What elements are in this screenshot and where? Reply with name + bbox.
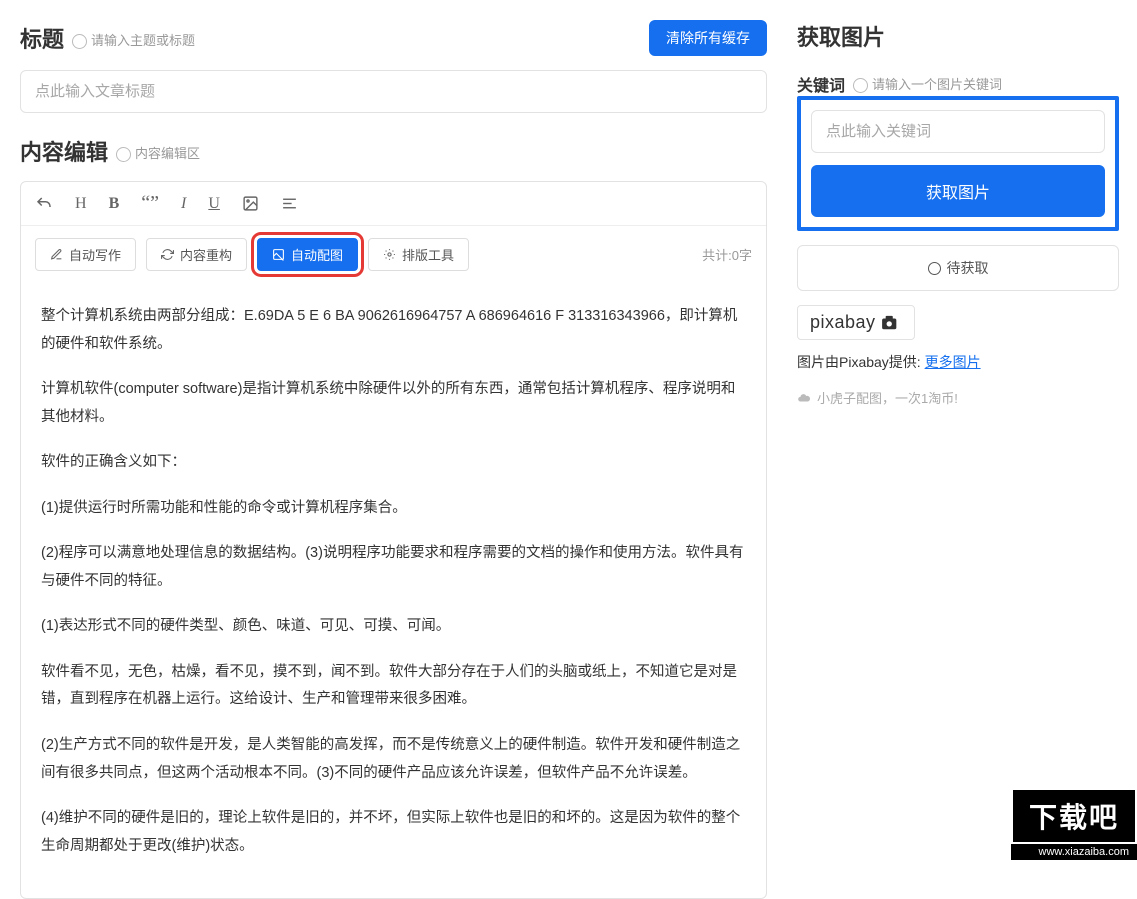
para: (2)生产方式不同的软件是开发，是人类智能的高发挥，而不是传统意义上的硬件制造。… — [41, 732, 746, 787]
para: 计算机软件(computer software)是指计算机系统中除硬件以外的所有… — [41, 376, 746, 431]
auto-write-button[interactable]: 自动写作 — [35, 238, 136, 271]
title-input[interactable] — [20, 70, 767, 113]
auto-image-button[interactable]: 自动配图 — [257, 238, 358, 271]
layout-tool-button[interactable]: 排版工具 — [368, 238, 469, 271]
italic-icon[interactable]: I — [181, 195, 186, 213]
auto-write-label: 自动写作 — [69, 245, 121, 264]
pending-status: 待获取 — [797, 245, 1119, 291]
tip-line: 小虎子配图，一次1淘币! — [797, 388, 1119, 407]
more-images-link[interactable]: 更多图片 — [925, 354, 981, 370]
clear-cache-button[interactable]: 清除所有缓存 — [649, 20, 767, 56]
para: (2)程序可以满意地处理信息的数据结构。(3)说明程序功能要求和程序需要的文档的… — [41, 540, 746, 595]
content-section-header: 内容编辑 内容编辑区 — [20, 135, 767, 167]
action-toolbar: 自动写作 内容重构 自动配图 排版工具 共计:0字 — [21, 226, 766, 283]
keyword-input[interactable] — [811, 110, 1105, 153]
camera-icon — [880, 312, 902, 333]
restructure-button[interactable]: 内容重构 — [146, 238, 247, 271]
word-count: 共计:0字 — [702, 245, 752, 264]
sidebar: 获取图片 关键词 请输入一个图片关键词 获取图片 待获取 pixabay 图片由… — [787, 0, 1137, 860]
image-icon[interactable] — [242, 195, 259, 213]
undo-icon[interactable] — [35, 194, 53, 212]
pixabay-logo: pixabay — [797, 305, 915, 340]
align-left-icon[interactable] — [281, 195, 298, 213]
para: (4)维护不同的硬件是旧的，理论上软件是旧的，并不坏，但实际上软件也是旧的和坏的… — [41, 805, 746, 860]
fetch-title: 获取图片 — [797, 20, 1119, 52]
content-label: 内容编辑 内容编辑区 — [20, 135, 200, 167]
keyword-header: 关键词 请输入一个图片关键词 — [797, 72, 1119, 96]
content-hint: 内容编辑区 — [116, 143, 200, 162]
editor-box: H B “” I U 自动写作 内容重构 — [20, 181, 767, 899]
quote-icon[interactable]: “” — [141, 192, 159, 215]
keyword-label: 关键词 — [797, 72, 845, 96]
circle-icon — [928, 262, 941, 275]
title-hint: 请输入主题或标题 — [72, 30, 195, 49]
keyword-hint: 请输入一个图片关键词 — [853, 74, 1002, 93]
watermark-url: www.xiazaiba.com — [1011, 844, 1137, 860]
para: (1)提供运行时所需功能和性能的命令或计算机程序集合。 — [41, 495, 746, 523]
layout-tool-label: 排版工具 — [402, 245, 454, 264]
fetch-image-button[interactable]: 获取图片 — [811, 165, 1105, 217]
para: 软件看不见，无色，枯燥，看不见，摸不到，闻不到。软件大部分存在于人们的头脑或纸上… — [41, 659, 746, 714]
format-toolbar: H B “” I U — [21, 182, 766, 226]
para: (1)表达形式不同的硬件类型、颜色、味道、可见、可摸、可闻。 — [41, 613, 746, 641]
watermark-text: 下载吧 — [1011, 788, 1137, 844]
title-section-header: 标题 请输入主题或标题 清除所有缓存 — [20, 20, 767, 56]
para: 软件的正确含义如下： — [41, 449, 746, 477]
restructure-label: 内容重构 — [180, 245, 232, 264]
auto-image-label: 自动配图 — [291, 245, 343, 264]
cloud-icon — [797, 391, 811, 405]
tip-text: 小虎子配图，一次1淘币! — [817, 388, 958, 407]
heading-icon[interactable]: H — [75, 195, 87, 213]
title-label: 标题 请输入主题或标题 — [20, 22, 195, 54]
title-text: 标题 — [20, 22, 64, 54]
watermark: 下载吧 www.xiazaiba.com — [1011, 788, 1137, 860]
content-text: 内容编辑 — [20, 135, 108, 167]
bold-icon[interactable]: B — [109, 195, 120, 213]
underline-icon[interactable]: U — [208, 195, 220, 213]
credit-line: 图片由Pixabay提供: 更多图片 — [797, 352, 1119, 372]
credit-prefix: 图片由Pixabay提供: — [797, 354, 925, 370]
pixabay-text: pixabay — [810, 312, 876, 333]
content-area[interactable]: 整个计算机系统由两部分组成：E.69DA 5 E 6 BA 9062616964… — [21, 283, 766, 898]
main-panel: 标题 请输入主题或标题 清除所有缓存 内容编辑 内容编辑区 H B “” I U — [0, 0, 787, 860]
pending-label: 待获取 — [947, 258, 989, 278]
para: 整个计算机系统由两部分组成：E.69DA 5 E 6 BA 9062616964… — [41, 303, 746, 358]
keyword-box: 获取图片 — [797, 96, 1119, 231]
